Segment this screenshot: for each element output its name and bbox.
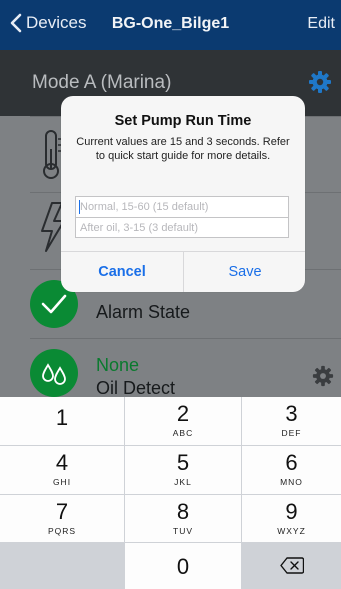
checkmark-icon bbox=[41, 294, 67, 314]
status-oil-badge bbox=[30, 349, 78, 397]
oil-drops-icon bbox=[42, 363, 66, 385]
key-digit: 6 bbox=[285, 450, 298, 475]
key-3[interactable]: 3 DEF bbox=[242, 397, 341, 445]
after-oil-run-time-input[interactable] bbox=[75, 217, 289, 238]
key-digit: 7 bbox=[55, 499, 69, 524]
gear-icon[interactable] bbox=[312, 365, 334, 387]
row-oil-detect[interactable]: None Oil Detect bbox=[30, 338, 341, 398]
key-8[interactable]: 8 TUV bbox=[125, 495, 241, 542]
backspace-key[interactable] bbox=[242, 543, 341, 589]
row-label: Oil Detect bbox=[96, 378, 176, 398]
key-digit: 8 bbox=[176, 499, 190, 524]
key-digit: 2 bbox=[176, 401, 190, 426]
row-status: None bbox=[96, 355, 140, 375]
cancel-button[interactable]: Cancel bbox=[61, 252, 183, 292]
backspace-icon bbox=[279, 557, 304, 574]
key-9[interactable]: 9 WXYZ bbox=[242, 495, 341, 542]
key-letters: MNO bbox=[280, 477, 303, 487]
key-letters: ABC bbox=[172, 428, 194, 438]
key-digit: 4 bbox=[55, 450, 69, 475]
gear-icon[interactable] bbox=[308, 70, 332, 94]
save-button[interactable]: Save bbox=[184, 252, 305, 292]
navigation-bar: Devices BG-One_Bilge1 Edit bbox=[0, 0, 341, 50]
pump-run-time-dialog: Set Pump Run Time Current values are 15 … bbox=[61, 96, 305, 292]
key-letters: DEF bbox=[281, 428, 302, 438]
key-digit: 5 bbox=[176, 450, 190, 475]
dialog-message: Current values are 15 and 3 seconds. Ref… bbox=[76, 136, 290, 162]
normal-run-time-input[interactable] bbox=[75, 196, 289, 217]
key-blank bbox=[0, 543, 124, 589]
key-4[interactable]: 4 GHI bbox=[0, 446, 124, 494]
key-letters: JKL bbox=[174, 477, 192, 487]
back-label: Devices bbox=[26, 13, 87, 32]
key-letters: PQRS bbox=[47, 526, 77, 536]
key-5[interactable]: 5 JKL bbox=[125, 446, 241, 494]
edit-button[interactable]: Edit bbox=[307, 15, 335, 33]
key-letters: GHI bbox=[52, 477, 72, 487]
key-2[interactable]: 2 ABC bbox=[125, 397, 241, 445]
key-digit: 0 bbox=[176, 554, 190, 579]
key-7[interactable]: 7 PQRS bbox=[0, 495, 124, 542]
key-digit: 3 bbox=[285, 401, 298, 426]
key-digit: 9 bbox=[285, 499, 298, 524]
key-digit: 1 bbox=[55, 405, 69, 430]
row-label: Alarm State bbox=[96, 302, 191, 322]
key-6[interactable]: 6 MNO bbox=[242, 446, 341, 494]
key-0[interactable]: 0 bbox=[125, 543, 241, 589]
chevron-left-icon bbox=[10, 13, 22, 33]
back-button[interactable]: Devices bbox=[10, 13, 86, 33]
mode-label: Mode A (Marina) bbox=[32, 72, 172, 93]
key-1[interactable]: 1 bbox=[0, 397, 124, 445]
key-letters: WXYZ bbox=[277, 526, 306, 536]
numeric-keypad: 1 2 ABC 3 DEF 4 GHI 5 JKL 6 MNO 7 PQRS 8… bbox=[0, 397, 341, 589]
dialog-title: Set Pump Run Time bbox=[114, 113, 252, 129]
key-letters: TUV bbox=[173, 526, 193, 536]
text-cursor bbox=[79, 200, 80, 214]
